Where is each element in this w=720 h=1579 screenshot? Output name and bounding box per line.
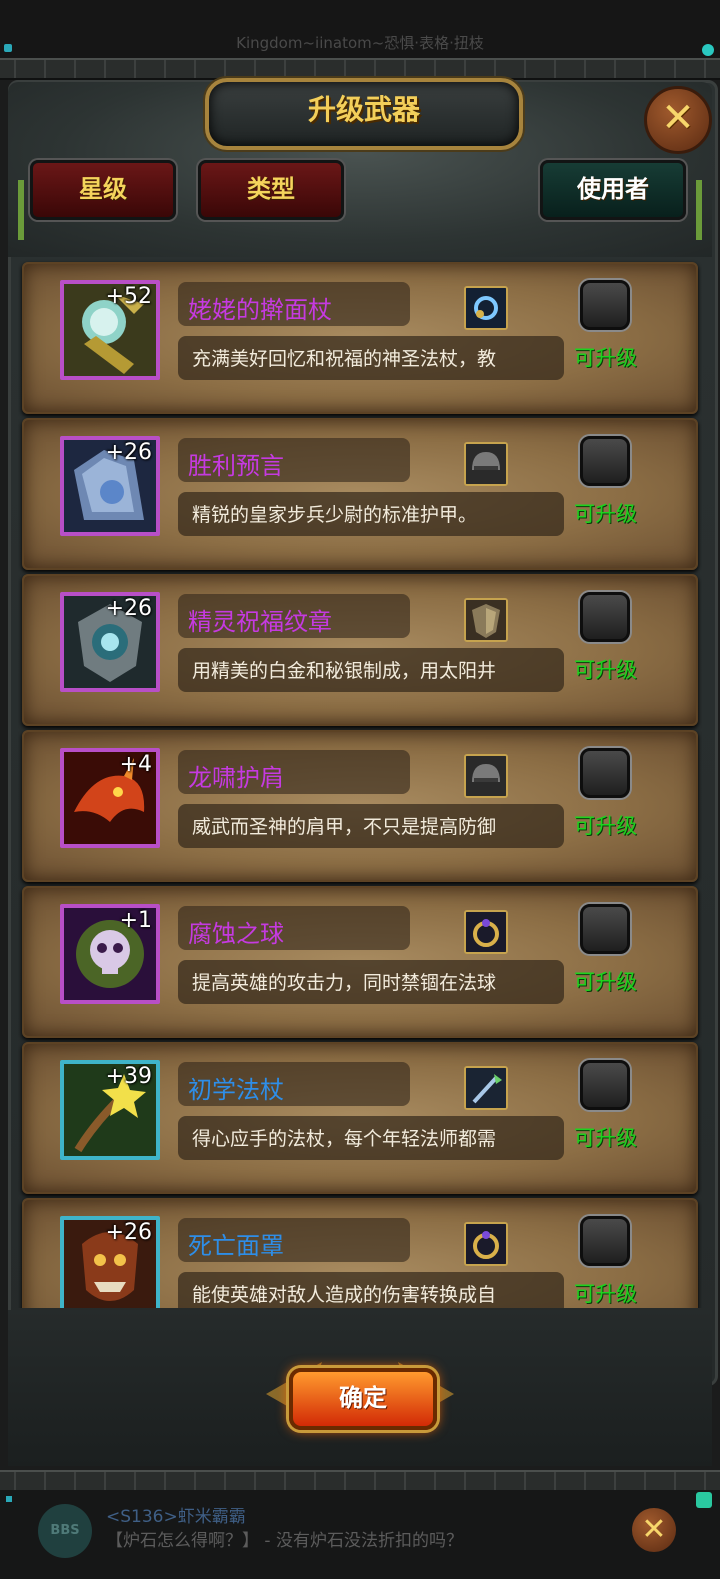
filter-type-button[interactable]: 类型 [198,160,344,220]
item-description: 威武而圣神的肩甲，不只是提高防御 [192,816,497,838]
list-item[interactable]: +39 初学法杖 得心应手的法杖，每个年轻法师都需 可升级 [22,1042,698,1194]
item-name: 精灵祝福纹章 [188,608,332,636]
list-item[interactable]: +26 精灵祝福纹章 用精美的白金和秘银制成，用太阳井 可升级 [22,574,698,726]
item-name: 龙啸护肩 [188,764,284,792]
marquee-text: Kingdom~iinatom~恐惧·表格·扭枝 [236,34,484,52]
item-icon-frame: +26 [60,436,160,536]
upgrade-status: 可升级 [574,346,637,370]
confirm-button[interactable]: 确定 [289,1368,437,1430]
item-description: 用精美的白金和秘银制成，用太阳井 [192,660,497,682]
item-level: +39 [105,1064,152,1089]
select-checkbox[interactable] [580,1060,630,1110]
upgrade-status: 可升级 [574,1126,637,1150]
item-name: 姥姥的擀面杖 [188,296,332,324]
chat-close-button[interactable]: ✕ [632,1508,676,1552]
shield-icon [464,598,508,642]
select-checkbox[interactable] [580,1216,630,1266]
item-level: +4 [119,752,152,777]
staff-icon [464,1066,508,1110]
item-name: 死亡面罩 [188,1232,284,1260]
page-title: 升级武器 [307,93,420,126]
item-icon-frame: +26 [60,1216,160,1308]
item-name: 胜利预言 [188,452,284,480]
select-checkbox[interactable] [580,280,630,330]
upgrade-status: 可升级 [574,814,637,838]
chat-sender: <S136>虾米霸霸 [106,1507,246,1527]
item-level: +26 [105,1220,152,1245]
chat-expand-icon[interactable] [696,1492,712,1508]
weapon-list[interactable]: +52 姥姥的擀面杖 充满美好回忆和祝福的神圣法杖，教 可升级 +26 胜利预言… [18,252,702,1308]
item-level: +26 [105,596,152,621]
upgrade-status: 可升级 [574,1282,637,1306]
item-icon-frame: +26 [60,592,160,692]
top-border-band [0,58,720,80]
item-description: 提高英雄的攻击力，同时禁锢在法球 [192,972,497,994]
close-icon: ✕ [661,95,695,141]
item-icon-frame: +4 [60,748,160,848]
item-icon-frame: +1 [60,904,160,1004]
filter-user-button[interactable]: 使用者 [540,160,686,220]
list-item[interactable]: +52 姥姥的擀面杖 充满美好回忆和祝福的神圣法杖，教 可升级 [22,262,698,414]
chat-message: 【炉石怎么得啊？】 - 没有炉石没法折扣的吗？ [106,1531,463,1551]
select-checkbox[interactable] [580,904,630,954]
ring-icon [464,1222,508,1266]
chat-left-indicator [6,1496,12,1502]
item-description: 充满美好回忆和祝福的神圣法杖，教 [192,348,497,370]
item-description: 精锐的皇家步兵少尉的标准护甲。 [192,504,478,526]
upgrade-status: 可升级 [574,502,637,526]
filter-star-button[interactable]: 星级 [30,160,176,220]
helmet-icon [464,754,508,798]
item-level: +1 [119,908,152,933]
item-level: +52 [105,284,152,309]
item-description: 得心应手的法杖，每个年轻法师都需 [192,1128,497,1150]
item-icon-frame: +39 [60,1060,160,1160]
ring-icon [464,910,508,954]
close-button[interactable]: ✕ [644,86,712,154]
helmet-icon [464,442,508,486]
right-rail-decoration [696,180,702,240]
select-checkbox[interactable] [580,748,630,798]
amulet-icon [464,286,508,330]
select-checkbox[interactable] [580,436,630,486]
item-name: 初学法杖 [188,1076,284,1104]
item-name: 腐蚀之球 [188,920,284,948]
marquee-bar: Kingdom~iinatom~恐惧·表格·扭枝 [0,0,720,58]
list-item[interactable]: +26 胜利预言 精锐的皇家步兵少尉的标准护甲。 可升级 [22,418,698,570]
bottom-border-band [0,1470,720,1492]
item-level: +26 [105,440,152,465]
left-rail-decoration [18,180,24,240]
list-item[interactable]: +4 龙啸护肩 威武而圣神的肩甲，不只是提高防御 可升级 [22,730,698,882]
select-checkbox[interactable] [580,592,630,642]
item-icon-frame: +52 [60,280,160,380]
upgrade-status: 可升级 [574,658,637,682]
item-description: 能使英雄对敌人造成的伤害转换成自 [192,1284,497,1306]
list-item[interactable]: +1 腐蚀之球 提高英雄的攻击力，同时禁锢在法球 可升级 [22,886,698,1038]
bbs-icon[interactable]: BBS [38,1504,92,1558]
list-item[interactable]: +26 死亡面罩 能使英雄对敌人造成的伤害转换成自 可升级 [22,1198,698,1308]
upgrade-status: 可升级 [574,970,637,994]
marquee-right-indicator [702,44,714,56]
